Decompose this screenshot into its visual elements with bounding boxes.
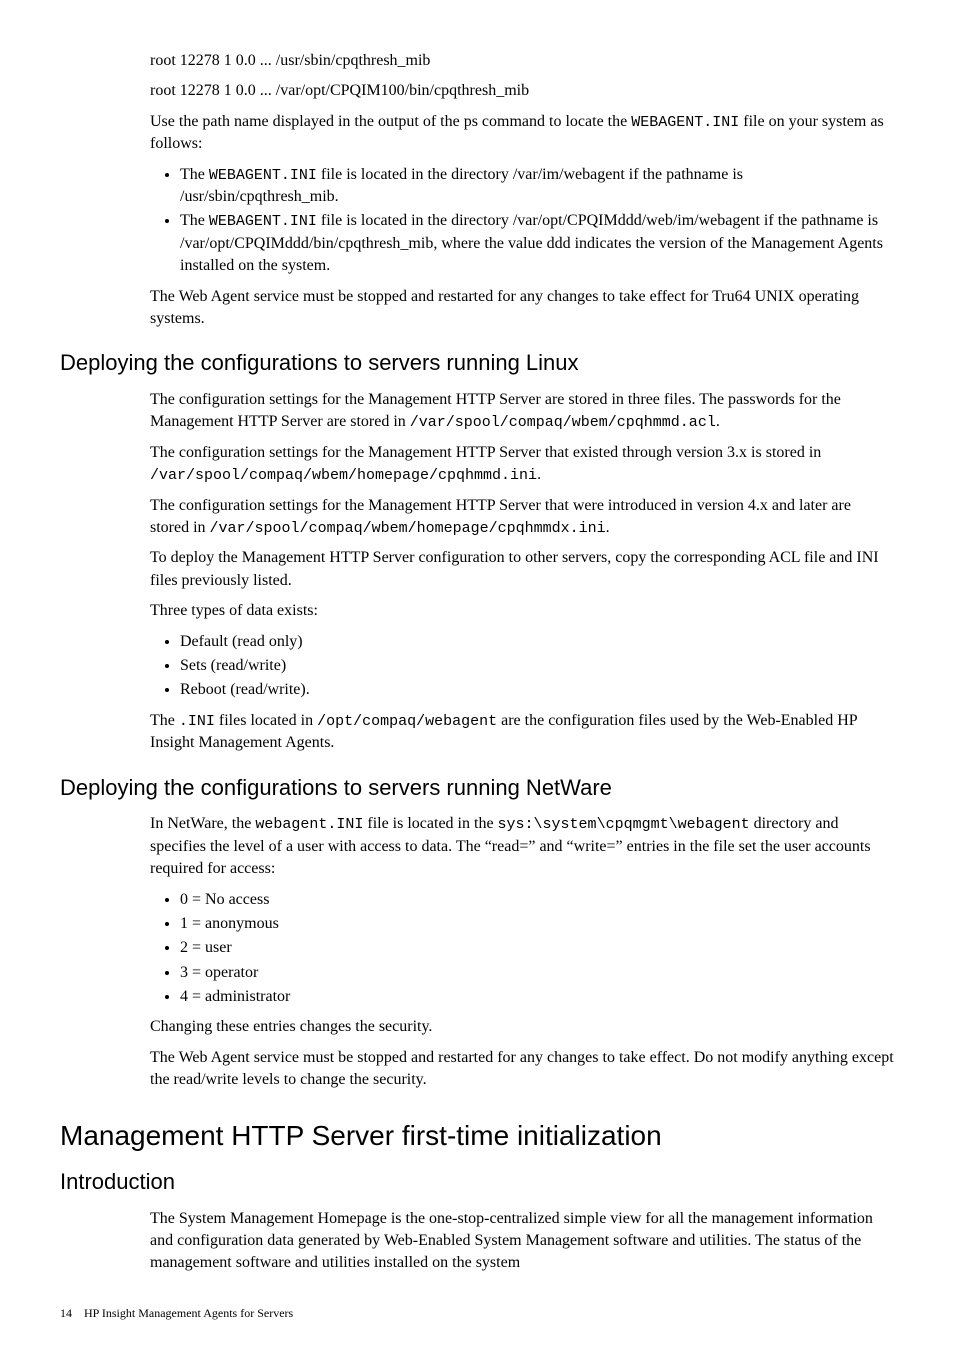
code-line-1: root 12278 1 0.0 ... /usr/sbin/cpqthresh… bbox=[150, 50, 894, 72]
list-item: Sets (read/write) bbox=[180, 655, 894, 677]
webagent-locations-list: The WEBAGENT.INI file is located in the … bbox=[150, 164, 894, 278]
paragraph: The Web Agent service must be stopped an… bbox=[150, 1047, 894, 1092]
access-levels-list: 0 = No access 1 = anonymous 2 = user 3 =… bbox=[150, 889, 894, 1009]
paragraph: Three types of data exists: bbox=[150, 600, 894, 622]
list-item: Reboot (read/write). bbox=[180, 679, 894, 701]
code-line-2: root 12278 1 0.0 ... /var/opt/CPQIM100/b… bbox=[150, 80, 894, 102]
list-item: 2 = user bbox=[180, 937, 894, 959]
heading-mgmt-http-init: Management HTTP Server first-time initia… bbox=[60, 1116, 894, 1155]
paragraph: The System Management Homepage is the on… bbox=[150, 1208, 894, 1275]
list-item: Default (read only) bbox=[180, 631, 894, 653]
paragraph: In NetWare, the webagent.INI file is loc… bbox=[150, 813, 894, 880]
list-item: 1 = anonymous bbox=[180, 913, 894, 935]
heading-deploy-netware: Deploying the configurations to servers … bbox=[60, 773, 894, 804]
paragraph: The configuration settings for the Manag… bbox=[150, 389, 894, 434]
list-item: 4 = administrator bbox=[180, 986, 894, 1008]
list-item: The WEBAGENT.INI file is located in the … bbox=[180, 164, 894, 209]
list-item: 3 = operator bbox=[180, 962, 894, 984]
paragraph-restart-tru64: The Web Agent service must be stopped an… bbox=[150, 286, 894, 331]
paragraph: The configuration settings for the Manag… bbox=[150, 442, 894, 487]
paragraph: The .INI files located in /opt/compaq/we… bbox=[150, 710, 894, 755]
footer-title: HP Insight Management Agents for Servers bbox=[84, 1306, 293, 1320]
list-item: The WEBAGENT.INI file is located in the … bbox=[180, 210, 894, 277]
heading-deploy-linux: Deploying the configurations to servers … bbox=[60, 348, 894, 379]
paragraph: The configuration settings for the Manag… bbox=[150, 495, 894, 540]
paragraph: To deploy the Management HTTP Server con… bbox=[150, 547, 894, 592]
paragraph: Changing these entries changes the secur… bbox=[150, 1016, 894, 1038]
list-item: 0 = No access bbox=[180, 889, 894, 911]
paragraph-ps-command: Use the path name displayed in the outpu… bbox=[150, 111, 894, 156]
data-types-list: Default (read only) Sets (read/write) Re… bbox=[150, 631, 894, 702]
page-number: 14 bbox=[60, 1306, 72, 1320]
page-footer: 14 HP Insight Management Agents for Serv… bbox=[60, 1305, 894, 1322]
heading-introduction: Introduction bbox=[60, 1167, 894, 1198]
